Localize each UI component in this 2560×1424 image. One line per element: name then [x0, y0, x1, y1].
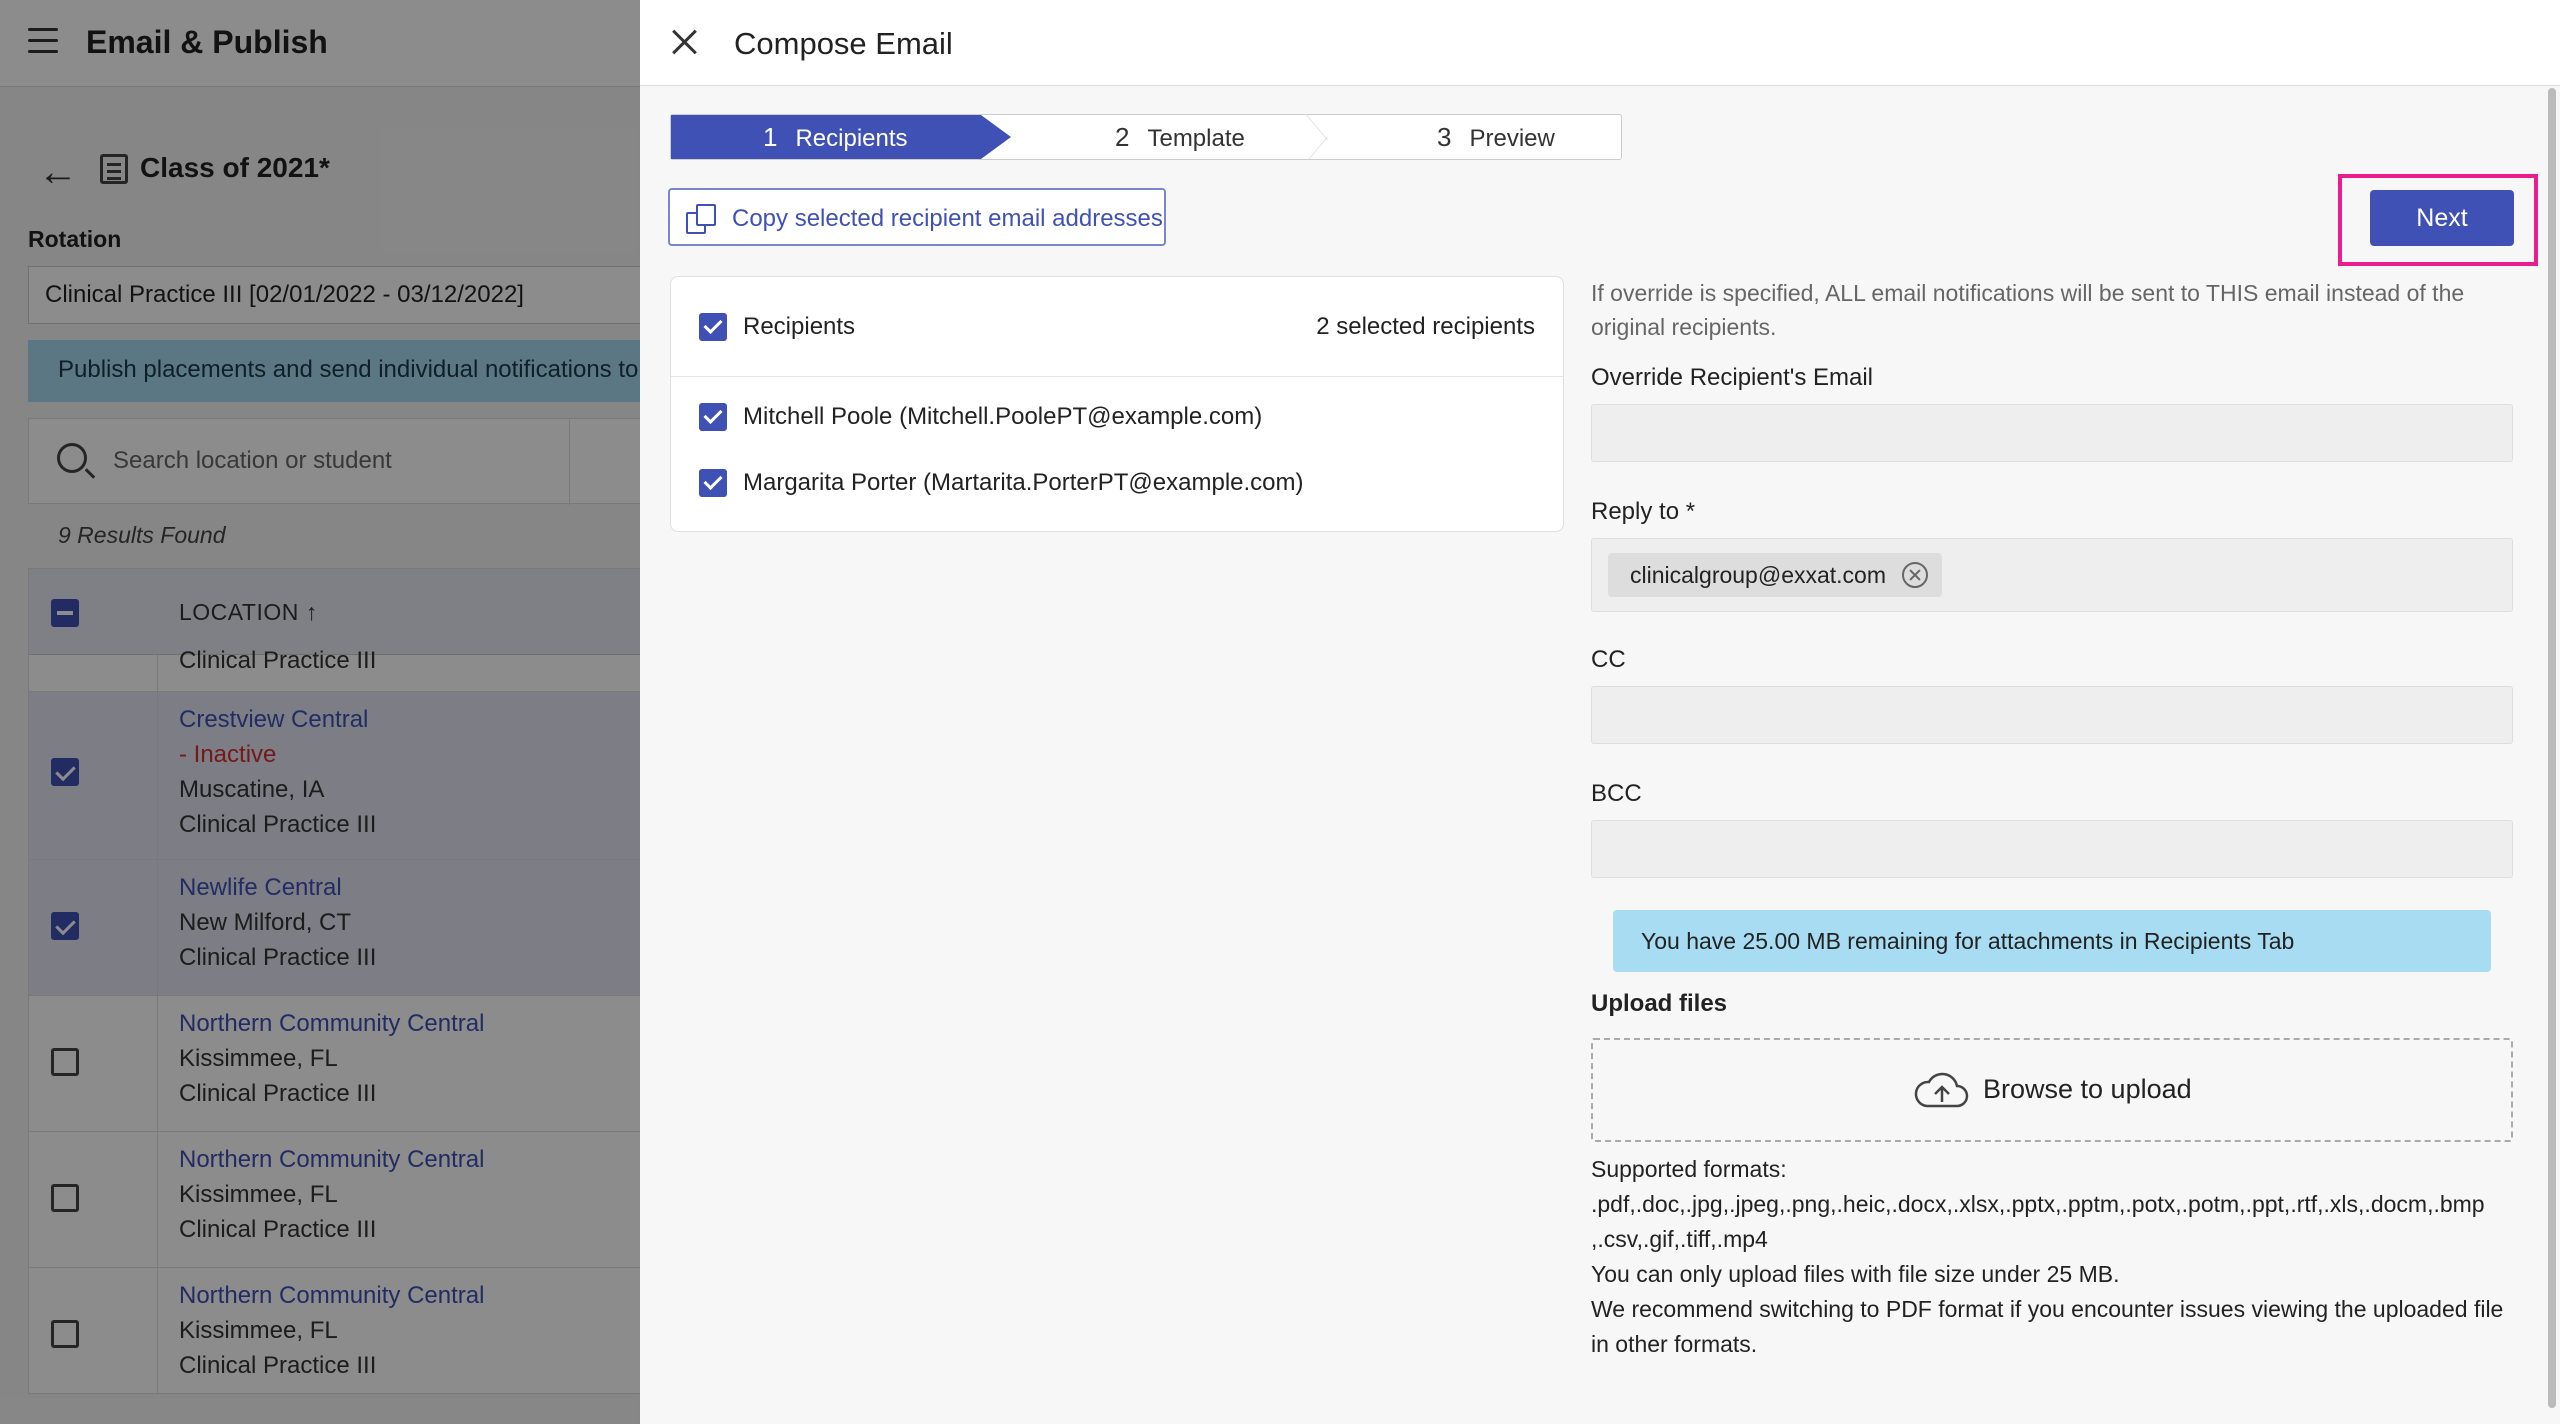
cc-label: CC — [1591, 646, 1626, 673]
upload-dropzone[interactable]: Browse to upload — [1591, 1038, 2513, 1142]
override-note: If override is specified, ALL email noti… — [1591, 280, 2465, 340]
reply-to-field[interactable]: clinicalgroup@exxat.com — [1591, 538, 2513, 612]
override-email-field[interactable] — [1591, 404, 2513, 462]
recipient-checkbox[interactable] — [699, 469, 727, 497]
recipients-card: Recipients 2 selected recipients Mitchel… — [670, 276, 1564, 532]
size-limit-note: You can only upload files with file size… — [1591, 1261, 2120, 1287]
recipient-label: Mitchell Poole (Mitchell.PoolePT@example… — [743, 403, 1263, 430]
step-template[interactable]: 2 Template — [1115, 115, 1245, 159]
remove-chip-icon[interactable] — [1902, 562, 1929, 588]
next-button[interactable]: Next — [2370, 190, 2514, 246]
reply-to-chip: clinicalgroup@exxat.com — [1608, 553, 1943, 597]
selected-count: 2 selected recipients — [1316, 313, 1535, 340]
supported-formats-list: .pdf,.doc,.jpg,.jpeg,.png,.heic,.docx,.x… — [1591, 1191, 2485, 1217]
compose-email-panel: Compose Email 1 Recipients 2 Template 3 Pre… — [640, 0, 2560, 1424]
bcc-label: BCC — [1591, 780, 1642, 807]
step-indicator: 1 Recipients 2 Template 3 Preview — [670, 114, 1622, 160]
copy-icon — [686, 204, 718, 234]
recipient-checkbox[interactable] — [699, 403, 727, 431]
pdf-recommendation-cont: in other formats. — [1591, 1331, 1758, 1357]
pdf-recommendation: We recommend switching to PDF format if … — [1591, 1296, 2504, 1322]
step-recipients[interactable]: 1 Recipients — [671, 115, 1011, 159]
panel-header: Compose Email — [640, 0, 2560, 86]
attachment-info-banner: You have 25.00 MB remaining for attachme… — [1613, 910, 2491, 972]
browse-upload-label: Browse to upload — [1983, 1074, 2192, 1104]
recipient-label: Margarita Porter (Martarita.PorterPT@exa… — [743, 469, 1304, 496]
cc-field[interactable] — [1591, 686, 2513, 744]
cloud-upload-icon — [1914, 1072, 1969, 1108]
close-icon[interactable] — [668, 26, 700, 58]
panel-scrollbar[interactable] — [2548, 88, 2556, 1408]
recipient-item[interactable]: Margarita Porter (Martarita.PorterPT@exa… — [671, 453, 1563, 513]
bcc-field[interactable] — [1591, 820, 2513, 878]
step-separator — [1301, 115, 1331, 159]
recipients-label: Recipients — [743, 313, 856, 340]
panel-title: Compose Email — [734, 26, 953, 61]
override-email-label: Override Recipient's Email — [1591, 364, 1874, 391]
supported-formats-label: Supported formats: — [1591, 1156, 1787, 1182]
reply-to-label: Reply to * — [1591, 498, 1696, 525]
recipient-item[interactable]: Mitchell Poole (Mitchell.PoolePT@example… — [671, 387, 1563, 447]
upload-info: Supported formats: .pdf,.doc,.jpg,.jpeg,… — [1591, 1152, 2513, 1362]
modal-backdrop[interactable] — [0, 0, 640, 1424]
supported-formats-list-cont: ,.csv,.gif,.tiff,.mp4 — [1591, 1226, 1768, 1252]
upload-files-title: Upload files — [1591, 990, 1728, 1017]
copy-recipient-emails-button[interactable]: Copy selected recipient email addresses — [668, 188, 1166, 246]
step-preview[interactable]: 3 Preview — [1437, 115, 1555, 159]
select-all-recipients-checkbox[interactable] — [699, 313, 727, 341]
recipients-header: Recipients 2 selected recipients — [671, 277, 1563, 377]
